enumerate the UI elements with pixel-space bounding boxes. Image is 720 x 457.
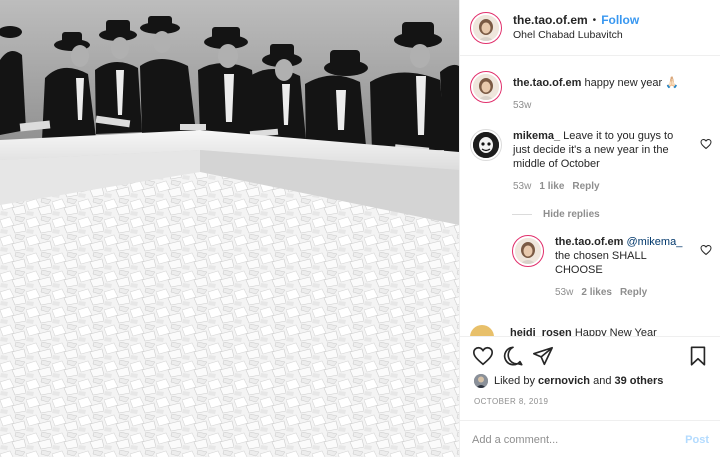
hide-replies-label: Hide replies — [543, 209, 600, 220]
likes-prefix: Liked by — [494, 375, 535, 387]
likes-joiner: and — [593, 375, 612, 387]
header-separator: • — [592, 14, 597, 26]
post-header: the.tao.of.em • Follow Ohel Chabad Lubav… — [460, 0, 720, 56]
liker-avatar[interactable] — [474, 374, 488, 388]
comment-reply-button[interactable]: Reply — [572, 180, 599, 194]
comment-likes[interactable]: 1 like — [539, 180, 564, 194]
bookmark-icon[interactable] — [687, 345, 709, 367]
reply-mention[interactable]: @mikema_ — [627, 236, 683, 248]
liker-avatar-image — [474, 374, 488, 388]
next-comment-avatar[interactable] — [470, 325, 494, 336]
likes-others[interactable]: 39 others — [615, 375, 664, 387]
next-comment-partial: heidi_rosen Happy New Year — [470, 325, 657, 336]
post-dialog: the.tao.of.em • Follow Ohel Chabad Lubav… — [0, 0, 720, 457]
reply-item: the.tao.of.em @mikema_ the chosen SHALL … — [512, 235, 716, 300]
reply-author[interactable]: the.tao.of.em — [555, 236, 623, 248]
caption-author[interactable]: the.tao.of.em — [513, 77, 581, 89]
reply-likes[interactable]: 2 likes — [581, 286, 612, 300]
caption-text: happy new year 🙏🏻 — [584, 77, 679, 89]
author-avatar-image — [473, 14, 499, 41]
follow-button[interactable]: Follow — [601, 13, 639, 28]
comment-author[interactable]: mikema_ — [513, 130, 560, 142]
post-photo[interactable] — [0, 0, 459, 457]
caption-avatar[interactable] — [470, 71, 502, 103]
comment-age[interactable]: 53w — [513, 180, 531, 194]
author-avatar[interactable] — [470, 11, 502, 44]
paper-plane-icon[interactable] — [532, 345, 554, 367]
hide-replies-button[interactable]: Hide replies — [512, 209, 600, 220]
post-actions: Liked by cernovich and 39 others OCTOBER… — [460, 336, 720, 457]
reply-age[interactable]: 53w — [555, 286, 573, 300]
commenter-avatar[interactable] — [470, 129, 502, 161]
comment-bubble-icon[interactable] — [502, 345, 524, 367]
reply-text: the chosen SHALL CHOOSE — [555, 250, 647, 276]
photo-image — [0, 0, 459, 457]
reply-avatar[interactable] — [512, 235, 544, 267]
author-username[interactable]: the.tao.of.em — [513, 13, 588, 28]
likes-summary[interactable]: Liked by cernovich and 39 others — [474, 374, 663, 388]
caption-age[interactable]: 53w — [513, 99, 531, 113]
caption-comment: the.tao.of.em happy new year 🙏🏻 53w — [470, 71, 716, 113]
next-comment-author[interactable]: heidi_rosen — [510, 327, 572, 336]
heart-icon[interactable] — [472, 345, 494, 367]
reply-avatar-image — [515, 238, 541, 264]
post-side-panel: the.tao.of.em • Follow Ohel Chabad Lubav… — [459, 0, 720, 457]
liker-username[interactable]: cernovich — [538, 375, 590, 387]
next-comment-text: Happy New Year — [574, 327, 657, 336]
post-comment-button[interactable]: Post — [685, 434, 709, 446]
action-icons — [472, 345, 712, 369]
commenter-avatar-image — [473, 132, 499, 158]
location-link[interactable]: Ohel Chabad Lubavitch — [513, 28, 639, 43]
caption-avatar-image — [473, 74, 499, 100]
comments-list[interactable]: the.tao.of.em happy new year 🙏🏻 53w mike… — [460, 57, 720, 336]
small-heart-icon[interactable] — [700, 244, 712, 256]
reply-reply-button[interactable]: Reply — [620, 286, 647, 300]
add-comment-bar: Post — [460, 420, 720, 457]
small-heart-icon[interactable] — [700, 138, 712, 150]
comment-item: mikema_ Leave it to you guys to just dec… — [470, 129, 716, 194]
hide-replies-rule — [512, 214, 532, 215]
post-date[interactable]: OCTOBER 8, 2019 — [474, 397, 548, 406]
comment-input[interactable] — [472, 433, 686, 446]
